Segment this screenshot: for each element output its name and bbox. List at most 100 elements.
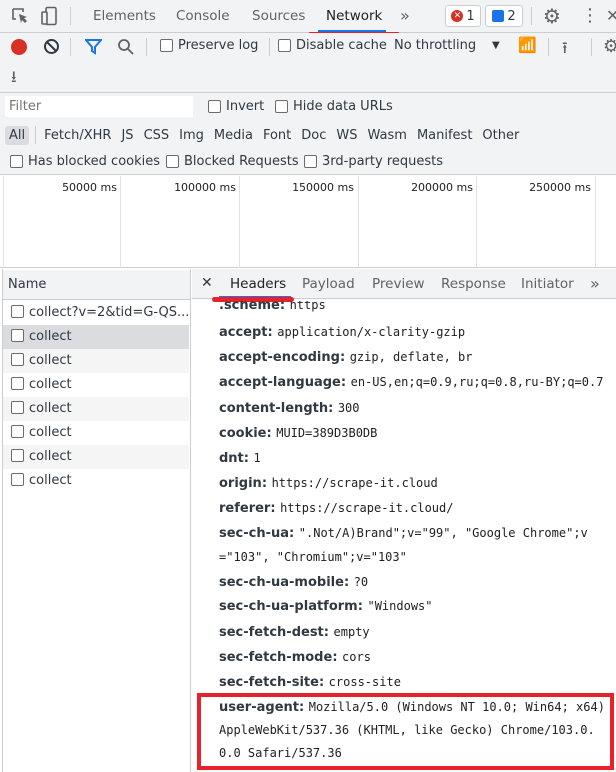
type-filter-font[interactable]: Font: [259, 126, 295, 145]
header-row: dnt: 1: [219, 451, 261, 466]
header-row: sec-fetch-mode: cors: [219, 650, 371, 665]
header-row: content-length: 300: [219, 401, 360, 416]
divider: [35, 126, 37, 144]
error-icon: ✕: [451, 10, 464, 22]
timeline-tick-label: 50000 ms: [62, 181, 117, 194]
type-filter-bar: All Fetch/XHR JS CSS Img Media Font Doc …: [5, 124, 525, 146]
more-options-icon[interactable]: ⋮: [581, 5, 599, 26]
errors-count: 1: [466, 8, 475, 24]
header-row: referer: https://scrape-it.cloud/: [219, 501, 454, 516]
timeline-tick-label: 100000 ms: [174, 181, 236, 194]
type-filter-img[interactable]: Img: [175, 126, 208, 145]
annotation-highlight-box: [197, 693, 614, 770]
header-row-continuation: ="103", "Chromium";v="103": [219, 550, 407, 564]
timeline-gridline: [358, 176, 359, 268]
details-tab-preview[interactable]: Preview: [372, 269, 425, 299]
header-row: .scheme: https: [219, 301, 326, 313]
type-filter-fetch-xhr[interactable]: Fetch/XHR: [40, 126, 115, 145]
header-row: accept-language: en-US,en;q=0.9,ru;q=0.8…: [219, 375, 604, 390]
request-name: collect: [29, 329, 72, 344]
type-filter-doc[interactable]: Doc: [297, 126, 330, 145]
dropdown-arrow-icon: ▼: [492, 40, 500, 51]
messages-count: 2: [507, 8, 516, 24]
disable-cache-label: Disable cache: [296, 38, 387, 53]
timeline-gridline: [595, 176, 596, 268]
import-har-icon[interactable]: ⭱: [562, 37, 568, 64]
request-name: collect: [29, 401, 72, 416]
timeline-tick-label: 200000 ms: [411, 181, 473, 194]
tab-elements[interactable]: Elements: [93, 0, 156, 32]
close-details-icon[interactable]: ✕: [201, 275, 213, 291]
close-devtools-icon[interactable]: ✕: [606, 6, 616, 25]
has-blocked-cookies-checkbox[interactable]: Has blocked cookies: [10, 154, 160, 169]
details-tab-response[interactable]: Response: [441, 269, 506, 299]
request-row[interactable]: collect: [3, 421, 189, 445]
type-filter-all[interactable]: All: [5, 125, 30, 145]
throttling-value: No throttling: [394, 38, 477, 53]
more-details-tabs-button[interactable]: »: [590, 269, 600, 299]
request-name: collect: [29, 425, 72, 440]
request-name: collect?v=2&tid=G-QS...: [29, 305, 190, 320]
header-row: origin: https://scrape-it.cloud: [219, 476, 438, 491]
request-row[interactable]: collect?v=2&tid=G-QS...: [3, 301, 189, 325]
timeline-gridline: [239, 176, 240, 268]
disable-cache-checkbox[interactable]: Disable cache: [278, 38, 387, 53]
tab-network[interactable]: Network: [326, 0, 382, 32]
request-row[interactable]: collect: [3, 349, 189, 373]
export-har-icon[interactable]: ⭳: [11, 66, 17, 93]
header-row: sec-fetch-dest: empty: [219, 625, 370, 640]
type-filter-manifest[interactable]: Manifest: [413, 126, 476, 145]
record-button[interactable]: [11, 39, 27, 55]
errors-badge[interactable]: ✕ 1: [445, 5, 481, 27]
filter-input[interactable]: [5, 96, 193, 117]
type-filter-ws[interactable]: WS: [332, 126, 361, 145]
request-name: collect: [29, 377, 72, 392]
type-filter-js[interactable]: JS: [117, 126, 137, 145]
timeline-gridline: [3, 176, 4, 268]
filter-icon[interactable]: [85, 39, 102, 55]
name-column-header[interactable]: Name: [3, 270, 190, 300]
request-row-selected[interactable]: collect: [3, 325, 189, 349]
network-settings-icon[interactable]: ⚙: [603, 36, 616, 57]
details-tab-payload[interactable]: Payload: [302, 269, 355, 299]
type-filter-css[interactable]: CSS: [140, 126, 174, 145]
header-row: cookie: MUID=389D3B0DB: [219, 426, 378, 441]
timeline-gridline: [120, 176, 121, 268]
inspect-element-icon[interactable]: [11, 7, 29, 25]
settings-gear-icon[interactable]: ⚙: [543, 4, 561, 28]
preserve-log-label: Preserve log: [178, 38, 259, 53]
network-conditions-icon[interactable]: 📶: [518, 36, 537, 54]
request-row[interactable]: collect: [3, 397, 189, 421]
preserve-log-checkbox[interactable]: Preserve log: [160, 38, 258, 53]
invert-checkbox[interactable]: Invert: [208, 99, 264, 114]
type-filter-media[interactable]: Media: [210, 126, 257, 145]
throttling-select[interactable]: No throttling ▼: [394, 38, 504, 53]
third-party-requests-checkbox[interactable]: 3rd-party requests: [304, 154, 443, 169]
header-row: accept: application/x-clarity-gzip: [219, 325, 466, 340]
hide-data-urls-checkbox[interactable]: Hide data URLs: [275, 99, 393, 114]
clear-icon[interactable]: [43, 38, 60, 55]
request-name: collect: [29, 353, 72, 368]
tab-console[interactable]: Console: [176, 0, 230, 32]
type-filter-wasm[interactable]: Wasm: [364, 126, 411, 145]
message-icon: [492, 10, 505, 22]
more-tabs-button[interactable]: »: [400, 0, 410, 32]
request-row[interactable]: collect: [3, 445, 189, 469]
request-name: collect: [29, 473, 72, 488]
tab-sources[interactable]: Sources: [252, 0, 305, 32]
messages-badge[interactable]: 2: [485, 5, 523, 27]
type-filter-other[interactable]: Other: [478, 126, 523, 145]
header-row: sec-ch-ua: ".Not/A)Brand";v="99", "Googl…: [219, 526, 588, 541]
search-icon[interactable]: [117, 38, 135, 56]
request-row[interactable]: collect: [3, 373, 189, 397]
header-row: sec-ch-ua-platform: "Windows": [219, 599, 433, 614]
request-name: collect: [29, 449, 72, 464]
blocked-requests-checkbox[interactable]: Blocked Requests: [166, 154, 299, 169]
details-tab-initiator[interactable]: Initiator: [521, 269, 574, 299]
blocked-requests-label: Blocked Requests: [184, 154, 299, 169]
device-toolbar-icon[interactable]: [40, 6, 60, 26]
hide-data-urls-label: Hide data URLs: [293, 99, 393, 114]
request-row[interactable]: collect: [3, 469, 189, 493]
details-tab-headers[interactable]: Headers: [230, 269, 286, 299]
header-row: sec-ch-ua-mobile: ?0: [219, 575, 369, 590]
